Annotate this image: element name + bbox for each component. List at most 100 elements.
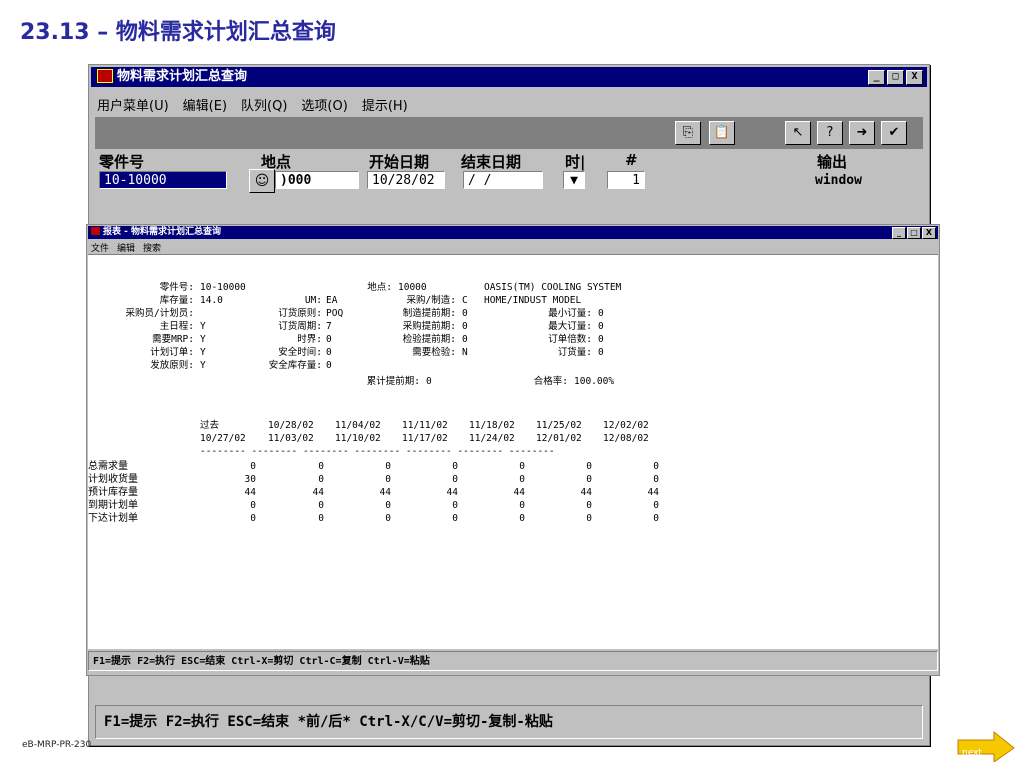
- menu-queue[interactable]: 队列(Q): [241, 95, 287, 114]
- value-horizon: 0: [326, 334, 332, 345]
- site-field[interactable]: )000: [275, 171, 359, 189]
- column-header-end: 10/27/02: [200, 433, 246, 444]
- minimize-button[interactable]: _: [868, 70, 885, 85]
- label-onhand: 库存量:: [159, 295, 194, 306]
- report-menu-search[interactable]: 搜索: [143, 241, 161, 254]
- report-menubar: 文件 编辑 搜索: [91, 241, 161, 254]
- row-value: 44: [312, 487, 324, 498]
- part-number-label: 零件号: [99, 153, 145, 171]
- row-value: 0: [452, 461, 458, 472]
- report-titlebar[interactable]: 报表 - 物料需求计划汇总查询 _ □ X: [88, 226, 938, 239]
- row-label: 到期计划单: [88, 500, 138, 511]
- report-content: 零件号: 10-10000 地点: 10000 OASIS(TM) COOLIN…: [88, 254, 938, 649]
- label-horizon: 时界:: [297, 334, 322, 345]
- label-pm: 采购/制造:: [406, 295, 456, 306]
- row-value: 0: [519, 513, 525, 524]
- main-window-title: 物料需求计划汇总查询: [117, 69, 248, 84]
- row-value: 0: [385, 461, 391, 472]
- row-value: 0: [385, 513, 391, 524]
- row-value: 0: [586, 461, 592, 472]
- column-header-start: 11/11/02: [402, 420, 448, 431]
- report-menu-file[interactable]: 文件: [91, 241, 109, 254]
- hash-label: #: [625, 151, 638, 169]
- maximize-button[interactable]: □: [887, 70, 904, 85]
- main-titlebar[interactable]: 物料需求计划汇总查询 _ □ X: [91, 67, 927, 87]
- lookup-icon[interactable]: ☺: [249, 169, 275, 193]
- copy-icon[interactable]: ⎘: [675, 121, 701, 145]
- report-minimize-button[interactable]: _: [892, 227, 906, 239]
- row-value: 0: [519, 500, 525, 511]
- label-insp-lt: 检验提前期:: [402, 334, 456, 345]
- report-maximize-button[interactable]: □: [907, 227, 921, 239]
- exit-icon[interactable]: ✔: [881, 121, 907, 145]
- row-value: 0: [318, 474, 324, 485]
- row-value: 44: [580, 487, 592, 498]
- value-onhand: 14.0: [200, 295, 223, 306]
- column-header-end: 11/24/02: [469, 433, 515, 444]
- forward-icon[interactable]: ➜: [849, 121, 875, 145]
- report-window: 报表 - 物料需求计划汇总查询 _ □ X 文件 编辑 搜索 零件号: 10-1…: [86, 224, 940, 676]
- next-button[interactable]: next: [956, 730, 1016, 766]
- column-header-end: 11/03/02: [268, 433, 314, 444]
- report-close-button[interactable]: X: [922, 227, 936, 239]
- column-header-end: 12/01/02: [536, 433, 582, 444]
- value-insp-lt: 0: [462, 334, 468, 345]
- end-date-field[interactable]: / /: [463, 171, 543, 189]
- label-plan: 计划订单:: [150, 347, 194, 358]
- column-header-end: 11/10/02: [335, 433, 381, 444]
- label-order-period: 订货周期:: [278, 321, 322, 332]
- row-label: 预计库存量: [88, 487, 138, 498]
- value-plan: Y: [200, 347, 206, 358]
- value-desc1: OASIS(TM) COOLING SYSTEM: [484, 282, 622, 293]
- help-pointer-icon[interactable]: ↖: [785, 121, 811, 145]
- start-date-field[interactable]: 10/28/02: [367, 171, 445, 189]
- menu-user[interactable]: 用户菜单(U): [97, 95, 169, 114]
- end-date-label: 结束日期: [461, 153, 522, 171]
- help-query-icon[interactable]: ?: [817, 121, 843, 145]
- row-value: 44: [647, 487, 659, 498]
- row-value: 0: [653, 474, 659, 485]
- label-cum-lt: 累计提前期:: [366, 376, 420, 387]
- row-value: 0: [586, 500, 592, 511]
- label-order-qty: 订货量:: [557, 347, 592, 358]
- close-button[interactable]: X: [906, 70, 923, 85]
- label-safety-stock: 安全库存量:: [268, 360, 322, 371]
- paste-icon[interactable]: 📋: [709, 121, 735, 145]
- value-yield: 100.00%: [574, 376, 615, 387]
- row-value: 44: [513, 487, 525, 498]
- count-field[interactable]: 1: [607, 171, 645, 189]
- next-arrow-icon: next: [957, 730, 1015, 763]
- row-value: 0: [586, 474, 592, 485]
- column-header-start: 12/02/02: [603, 420, 649, 431]
- slide-title: 23.13 – 物料需求计划汇总查询: [20, 20, 336, 45]
- output-value[interactable]: window: [815, 173, 862, 188]
- value-mrp: Y: [200, 334, 206, 345]
- row-value: 0: [653, 513, 659, 524]
- value-order-period: 7: [326, 321, 332, 332]
- column-header-start: 10/28/02: [268, 420, 314, 431]
- label-release: 发放原则:: [150, 360, 194, 371]
- part-number-field[interactable]: 10-10000: [99, 171, 227, 189]
- label-insp-req: 需要检验:: [412, 347, 456, 358]
- time-select[interactable]: ▼: [563, 171, 585, 189]
- menu-help[interactable]: 提示(H): [362, 95, 408, 114]
- start-date-label: 开始日期: [369, 153, 430, 171]
- row-value: 0: [653, 461, 659, 472]
- menu-options[interactable]: 选项(O): [301, 95, 347, 114]
- row-value: 0: [452, 513, 458, 524]
- column-header-start: 11/18/02: [469, 420, 515, 431]
- menu-edit[interactable]: 编辑(E): [183, 95, 227, 114]
- value-master: Y: [200, 321, 206, 332]
- label-buyer: 采购员/计划员:: [125, 308, 194, 319]
- row-value: 0: [586, 513, 592, 524]
- report-menu-edit[interactable]: 编辑: [117, 241, 135, 254]
- row-label: 总需求量: [88, 461, 128, 472]
- row-value: 0: [452, 500, 458, 511]
- value-mfg-lt: 0: [462, 308, 468, 319]
- row-value: 44: [379, 487, 391, 498]
- row-value: 0: [653, 500, 659, 511]
- column-header-start: 11/25/02: [536, 420, 582, 431]
- value-pur-lt: 0: [462, 321, 468, 332]
- value-cum-lt: 0: [426, 376, 432, 387]
- column-header-end: 11/17/02: [402, 433, 448, 444]
